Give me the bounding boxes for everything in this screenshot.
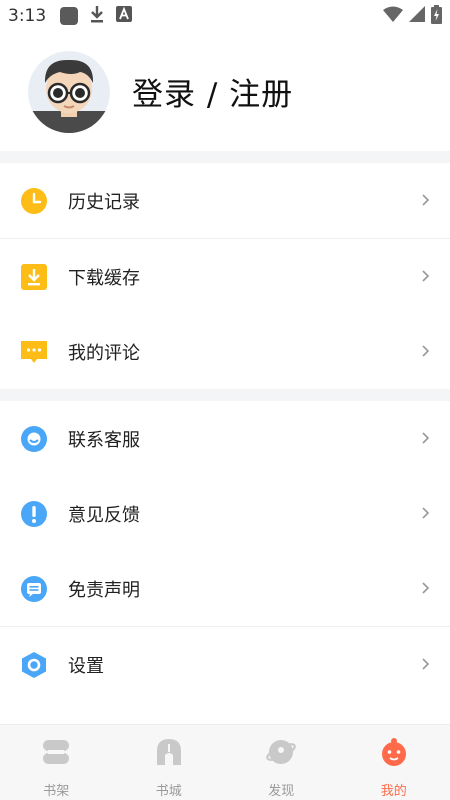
wifi-icon [383,6,403,26]
menu-item-my-comments[interactable]: 我的评论 [0,314,450,389]
battery-charging-icon [431,4,442,28]
nav-label: 书城 [155,784,182,799]
bookshelf-icon [41,737,71,767]
chevron-right-icon [422,345,430,357]
download-icon [88,4,106,28]
menu-item-customer-service[interactable]: 联系客服 [0,401,450,476]
nav-label: 书架 [43,784,70,799]
menu-item-disclaimer[interactable]: 免责声明 [0,551,450,626]
message-icon [20,575,48,603]
chevron-right-icon [422,194,430,206]
status-bar: 3:13 [0,0,450,32]
clock-icon [20,187,48,215]
download-box-icon [20,263,48,291]
chevron-right-icon [422,658,430,670]
menu-item-settings[interactable]: 设置 [0,627,450,702]
customer-service-icon [20,425,48,453]
chevron-right-icon [422,582,430,594]
cartoon-avatar-icon[interactable] [28,50,110,133]
mine-icon [379,737,409,767]
menu-item-history[interactable]: 历史记录 [0,163,450,238]
section-gap [0,151,450,163]
a-icon [116,6,133,26]
settings-hexagon-icon [20,651,48,679]
menu-item-label: 联系客服 [68,429,140,451]
nav-label: 发现 [268,784,295,799]
section-gap [0,389,450,401]
menu-item-label: 我的评论 [68,342,140,364]
menu-item-label: 免责声明 [68,579,140,601]
comment-icon [20,338,48,366]
menu-item-label: 设置 [68,655,104,677]
nav-tab-bookstore[interactable]: 书城 [113,725,226,800]
nav-tab-discover[interactable]: 发现 [225,725,338,800]
chevron-right-icon [422,507,430,519]
login-register-link[interactable]: 登录 / 注册 [132,69,293,114]
chevron-right-icon [422,432,430,444]
nav-label: 我的 [380,784,407,799]
menu-item-label: 历史记录 [68,191,140,213]
nav-tab-mine[interactable]: 我的 [338,725,450,800]
menu-item-label: 意见反馈 [68,504,140,526]
nav-tab-bookshelf[interactable]: 书架 [0,725,113,800]
status-time: 3:13 [8,6,47,26]
exclamation-icon [20,500,48,528]
signal-icon [409,6,425,26]
bookstore-icon [154,737,184,767]
discover-icon [266,737,297,767]
menu-item-label: 下载缓存 [68,267,140,289]
app-notification-icon [60,7,79,25]
profile-header[interactable]: 登录 / 注册 [0,32,450,151]
chevron-right-icon [422,270,430,282]
menu-item-feedback[interactable]: 意见反馈 [0,476,450,551]
menu-item-download-cache[interactable]: 下载缓存 [0,239,450,314]
bottom-nav: 书架 书城 发现 我的 [0,724,450,800]
